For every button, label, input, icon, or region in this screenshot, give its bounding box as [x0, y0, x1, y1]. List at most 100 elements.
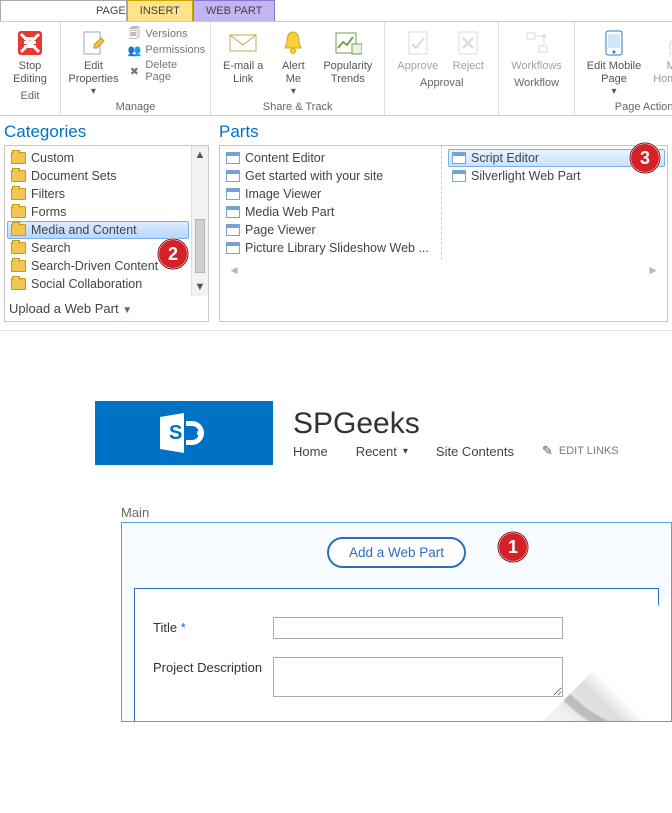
parts-pane: Parts Content EditorGet started with you… [219, 118, 668, 322]
add-web-part-button[interactable]: Add a Web Part [327, 537, 466, 568]
stop-editing-button[interactable]: Stop Editing [6, 26, 54, 88]
group-title-edit: Edit [21, 90, 40, 102]
workflows-label: Workflows [511, 60, 562, 73]
nav-recent[interactable]: Recent ▾ [356, 444, 408, 459]
popularity-trends-button[interactable]: Popularity Trends [317, 26, 378, 88]
approve-button[interactable]: Approve [391, 26, 444, 75]
ribbon: Stop Editing Edit Edit Properties ▾ 🗐 Ve… [0, 22, 672, 116]
category-item[interactable]: Custom [7, 149, 189, 167]
nav-home[interactable]: Home [293, 444, 328, 459]
top-nav: Home Recent ▾ Site Contents ✎ EDIT LINKS [293, 443, 619, 459]
chevron-down-icon: ▼ [122, 305, 132, 316]
make-homepage-button[interactable]: Make Homepage [647, 26, 672, 88]
parts-body: Content Editor Get started with your site… [219, 145, 668, 322]
approve-label: Approve [397, 60, 438, 73]
category-label: Filters [31, 187, 65, 201]
mobile-icon [599, 28, 629, 58]
nav-recent-label: Recent [356, 444, 397, 459]
category-label: Search [31, 241, 71, 255]
folder-icon [11, 278, 26, 290]
manage-mini-list: 🗐 Versions 👥 Permissions ✖ Delete Page [124, 26, 208, 84]
parts-prev-icon[interactable]: ◄ [228, 263, 240, 277]
folder-icon [11, 242, 26, 254]
scroll-down-icon: ▼ [195, 281, 206, 293]
scroll-thumb[interactable] [195, 219, 205, 273]
category-label: Social Collaboration [31, 277, 142, 291]
part-label: Media Web Part [245, 205, 334, 219]
pencil-icon: ✎ [542, 443, 553, 459]
group-title-share: Share & Track [263, 101, 333, 113]
part-label: Image Viewer [245, 187, 321, 201]
svg-text:3: 3 [640, 148, 650, 168]
tab-web-part[interactable]: WEB PART [193, 0, 275, 21]
parts-nav: ◄ ► [220, 260, 667, 280]
reject-button[interactable]: Reject [444, 26, 492, 75]
part-label: Content Editor [245, 151, 325, 165]
ribbon-group-manage: Edit Properties ▾ 🗐 Versions 👥 Permissio… [61, 22, 211, 115]
svg-text:S: S [169, 422, 182, 444]
bell-icon [278, 28, 308, 58]
upload-webpart-link[interactable]: Upload a Web Part ▼ [5, 296, 208, 321]
edit-properties-button[interactable]: Edit Properties ▾ [62, 26, 124, 99]
part-item[interactable]: Get started with your site [222, 167, 439, 185]
tab-page[interactable]: PAGE [0, 0, 127, 21]
site-title: SPGeeks [293, 407, 619, 441]
svg-text:2: 2 [168, 244, 178, 264]
edit-links-label: EDIT LINKS [559, 445, 619, 457]
group-title-manage: Manage [116, 101, 156, 113]
field-title-label: Title * [153, 617, 273, 635]
zone-main-label: Main [121, 505, 672, 520]
description-input[interactable] [273, 657, 563, 697]
parts-column-1: Content Editor Get started with your site… [220, 146, 442, 260]
part-item[interactable]: Image Viewer [222, 185, 439, 203]
stop-icon [15, 28, 45, 58]
svg-text:1: 1 [507, 537, 517, 557]
edit-mobile-page-button[interactable]: Edit Mobile Page ▾ [581, 26, 647, 99]
workflows-button[interactable]: Workflows [505, 26, 568, 75]
edit-links-button[interactable]: ✎ EDIT LINKS [542, 443, 619, 459]
category-item[interactable]: Social Collaboration [7, 275, 189, 293]
nav-site-contents[interactable]: Site Contents [436, 444, 514, 459]
add-web-part-label: Add a Web Part [349, 545, 444, 560]
delete-icon: ✖ [127, 64, 141, 78]
field-desc-label: Project Description [153, 657, 273, 675]
scroll-up-icon: ▲ [195, 149, 206, 161]
category-item[interactable]: Document Sets [7, 167, 189, 185]
envelope-icon [228, 28, 258, 58]
site-logo[interactable]: S [95, 401, 273, 465]
annotation-badge-1: 1 [497, 531, 529, 563]
folder-icon [11, 224, 26, 236]
part-item[interactable]: Content Editor [222, 149, 439, 167]
webpart-icon [226, 206, 240, 218]
category-label: Custom [31, 151, 74, 165]
title-input[interactable] [273, 617, 563, 639]
part-item[interactable]: Picture Library Slideshow Web ... [222, 239, 439, 257]
part-item[interactable]: Media Web Part [222, 203, 439, 221]
ribbon-tabs: PAGE INSERT WEB PART [0, 0, 672, 22]
ribbon-group-approval: Approve Reject Approval [385, 22, 499, 115]
edit-mobile-label: Edit Mobile Page [587, 60, 641, 86]
versions-button[interactable]: 🗐 Versions [124, 26, 208, 42]
parts-next-icon[interactable]: ► [647, 263, 659, 277]
email-link-button[interactable]: E-mail a Link [217, 26, 269, 88]
permissions-label: Permissions [145, 44, 205, 56]
categories-pane: Categories CustomDocument SetsFiltersFor… [4, 118, 209, 322]
chevron-down-icon: ▾ [291, 86, 296, 97]
chevron-down-icon: ▾ [91, 86, 96, 97]
make-homepage-label: Make Homepage [653, 60, 672, 86]
category-item[interactable]: Media and Content [7, 221, 189, 239]
workflow-icon [522, 28, 552, 58]
tab-web-part-label: WEB PART [206, 5, 262, 17]
webpart-icon [226, 188, 240, 200]
tab-insert[interactable]: INSERT [127, 0, 193, 21]
field-desc-row: Project Description [153, 657, 640, 700]
part-item[interactable]: Page Viewer [222, 221, 439, 239]
permissions-button[interactable]: 👥 Permissions [124, 42, 208, 58]
categories-scrollbar[interactable]: ▲ ▼ [191, 146, 208, 296]
versions-icon: 🗐 [127, 27, 141, 41]
alert-me-button[interactable]: Alert Me ▾ [269, 26, 317, 99]
title-label-text: Title [153, 620, 177, 635]
category-item[interactable]: Forms [7, 203, 189, 221]
category-item[interactable]: Filters [7, 185, 189, 203]
delete-page-button[interactable]: ✖ Delete Page [124, 58, 208, 84]
